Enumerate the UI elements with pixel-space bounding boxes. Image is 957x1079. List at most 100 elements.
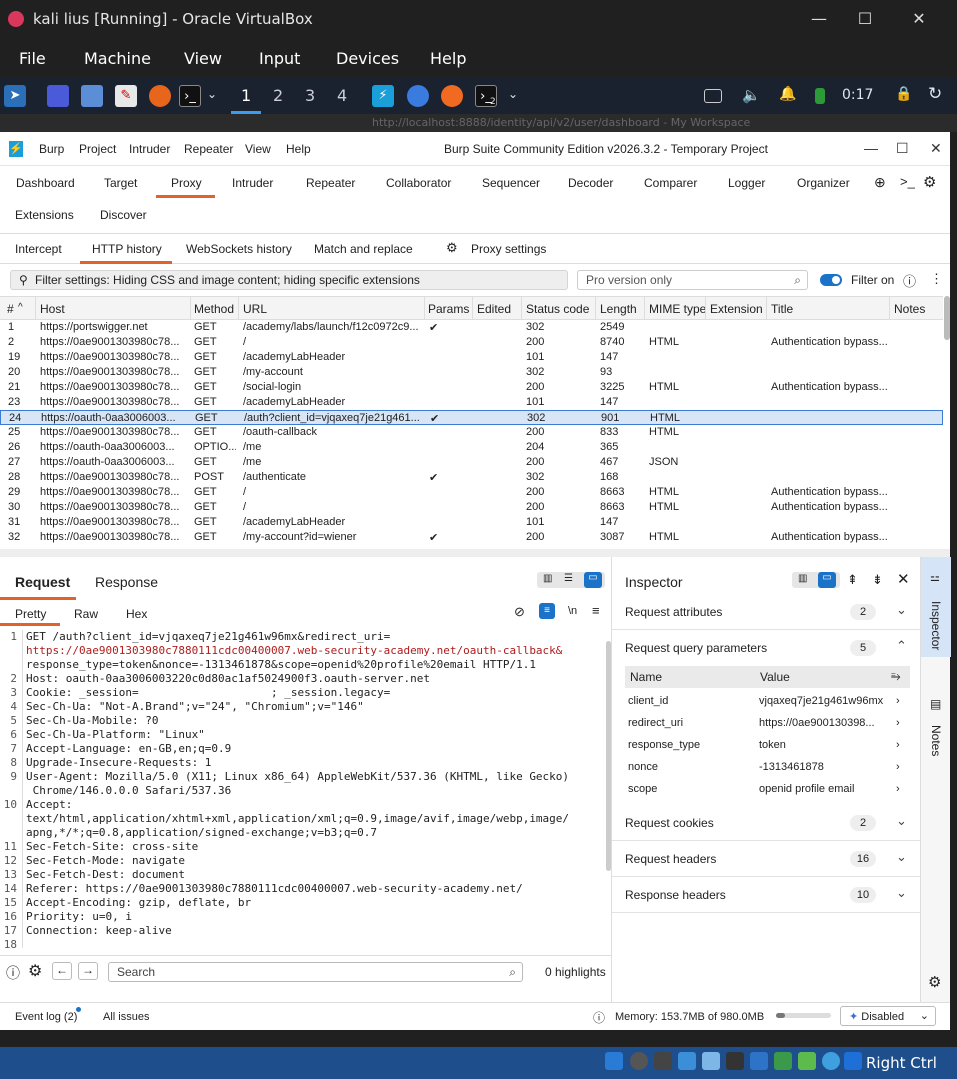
table-row[interactable]: 29 https://0ae9001303980c78... GET / 200 8663…	[0, 485, 943, 500]
view-raw[interactable]: Raw	[74, 607, 98, 621]
table-row[interactable]: 28 https://0ae9001303980c78... POST/authen…	[0, 470, 943, 485]
subtab-proxy-settings[interactable]: Proxy settings	[471, 242, 546, 256]
chevron-down-icon[interactable]: ⌄	[896, 849, 907, 865]
sort-ascending-icon[interactable]: ^	[18, 302, 23, 313]
minimize-icon[interactable]: —	[864, 140, 878, 156]
table-row[interactable]: 19 https://0ae9001303980c78... GET/academy…	[0, 350, 943, 365]
tab-collaborator[interactable]: Collaborator	[386, 176, 451, 190]
tab-extensions[interactable]: Extensions	[15, 208, 74, 222]
view-hex[interactable]: Hex	[126, 607, 147, 621]
table-scrollbar[interactable]	[944, 296, 950, 340]
workspace-2[interactable]: 2	[273, 86, 283, 105]
next-icon[interactable]: →	[78, 962, 98, 980]
col-method[interactable]: Method	[194, 302, 234, 316]
maximize-icon[interactable]: ☐	[842, 4, 888, 34]
globe-icon[interactable]	[822, 1052, 840, 1070]
table-row[interactable]: 1 https://portswigger.net GET/academy/labs…	[0, 320, 943, 335]
chevron-up-icon[interactable]: ⌃	[896, 638, 907, 654]
inspector-layout-toggle[interactable]: ▥ ▭	[792, 572, 840, 588]
param-row[interactable]: response_type token ›	[625, 735, 910, 757]
firefox-icon[interactable]	[149, 85, 171, 107]
param-row[interactable]: client_id vjqaxeq7je21g461w96mx ›	[625, 691, 910, 713]
menu-devices[interactable]: Devices	[336, 49, 399, 68]
search-pro-input[interactable]: Pro version only ⌕	[577, 270, 808, 290]
table-row[interactable]: 32 https://0ae9001303980c78... GET/my-acco…	[0, 530, 943, 545]
help-icon[interactable]: ⓘ	[903, 271, 916, 290]
table-row[interactable]: 30 https://0ae9001303980c78... GET / 200 8663…	[0, 500, 943, 515]
col-host[interactable]: Host	[40, 302, 65, 316]
layout-toggle[interactable]: ▥ ☰ ▭	[537, 572, 605, 588]
all-issues-link[interactable]: All issues	[103, 1011, 149, 1023]
param-row[interactable]: nonce -1313461878 ›	[625, 757, 910, 779]
tab-repeater[interactable]: Repeater	[306, 176, 355, 190]
menu-input[interactable]: Input	[259, 49, 300, 68]
burp-menu-help[interactable]: Help	[286, 142, 311, 156]
chevron-down-icon[interactable]: ⌄	[508, 87, 518, 101]
table-row[interactable]: 31 https://0ae9001303980c78... GET/academy…	[0, 515, 943, 530]
editor-scrollbar[interactable]	[606, 641, 611, 871]
chromium-icon[interactable]	[407, 85, 429, 107]
filter-toggle[interactable]	[820, 274, 842, 286]
chevron-down-icon[interactable]: ⌄	[896, 602, 907, 618]
menu-icon[interactable]: ≡	[592, 603, 600, 618]
lock-icon[interactable]: 🔒	[895, 86, 912, 102]
desktop-icon[interactable]	[47, 85, 69, 107]
request-editor[interactable]: 1 GET /auth?client_id=vjqaxeq7je21g461w96…	[0, 630, 604, 948]
side-tab-inspector[interactable]: Inspector	[929, 601, 943, 650]
table-row[interactable]: 2 https://0ae9001303980c78... GET / 200 8740 H…	[0, 335, 943, 350]
settings-gear-icon[interactable]: ⚙	[928, 973, 941, 991]
chevron-right-icon[interactable]: ›	[896, 695, 900, 707]
burp-menu-project[interactable]: Project	[79, 142, 116, 156]
burp-suite-icon[interactable]: ⚡	[372, 85, 394, 107]
subtab-websockets-history[interactable]: WebSockets history	[186, 242, 292, 256]
section-request-attributes[interactable]: Request attributes 2 ⌄	[612, 594, 920, 630]
help-icon[interactable]: ⓘ	[6, 963, 20, 983]
table-row[interactable]: 25 https://0ae9001303980c78... GET/oauth-c…	[0, 425, 943, 440]
chevron-right-icon[interactable]: ›	[896, 739, 900, 751]
col-length[interactable]: Length	[600, 302, 637, 316]
col-edited[interactable]: Edited	[477, 302, 511, 316]
usb-icon[interactable]	[702, 1052, 720, 1070]
notifications-icon[interactable]: 🔔	[779, 86, 796, 102]
split-horizontal-icon[interactable]: ☰	[564, 573, 573, 584]
col-extension[interactable]: Extension	[710, 302, 763, 316]
previous-icon[interactable]: ←	[52, 962, 72, 980]
tab-target[interactable]: Target	[104, 176, 137, 190]
section-response-headers[interactable]: Response headers 10 ⌄	[612, 877, 920, 913]
maximize-icon[interactable]: ☐	[896, 140, 909, 157]
param-row[interactable]: redirect_uri https://0ae900130398... ›	[625, 713, 910, 735]
globe-icon[interactable]: ⊕	[874, 174, 886, 191]
split-vertical-icon[interactable]: ▥	[543, 573, 552, 584]
workspace-1[interactable]: 1	[241, 86, 251, 105]
virtualization-icon[interactable]	[798, 1052, 816, 1070]
minimize-icon[interactable]: —	[796, 4, 842, 34]
mode-dropdown[interactable]: ✦ Disabled ⌄	[840, 1006, 936, 1026]
single-pane-icon[interactable]: ▭	[584, 572, 602, 588]
subtab-intercept[interactable]: Intercept	[15, 242, 62, 256]
inspector-icon[interactable]: ⚍	[930, 571, 940, 584]
settings-gear-icon[interactable]: ⚙	[446, 240, 458, 256]
chevron-down-icon[interactable]: ⌄	[207, 87, 217, 101]
close-icon[interactable]: ✕	[896, 4, 942, 34]
table-row[interactable]: 27 https://oauth-0aa3006003... GET/me 200 46…	[0, 455, 943, 470]
burp-menu-burp[interactable]: Burp	[39, 142, 64, 156]
table-row[interactable]: 21 https://0ae9001303980c78... GET/social-…	[0, 380, 943, 395]
tab-sequencer[interactable]: Sequencer	[482, 176, 540, 190]
close-icon[interactable]: ✕	[930, 140, 942, 157]
col-notes[interactable]: Notes	[894, 302, 925, 316]
expand-all-icon[interactable]: ⇞	[847, 572, 858, 588]
close-icon[interactable]: ✕	[897, 570, 910, 588]
optical-drive-icon[interactable]	[630, 1052, 648, 1070]
tab-decoder[interactable]: Decoder	[568, 176, 613, 190]
terminal-icon[interactable]: ›_	[179, 85, 201, 107]
audio-icon[interactable]	[654, 1052, 672, 1070]
menu-view[interactable]: View	[184, 49, 222, 68]
param-col-value[interactable]: Value	[760, 670, 790, 684]
tab-organizer[interactable]: Organizer	[797, 176, 850, 190]
subtab-match-and-replace[interactable]: Match and replace	[314, 242, 413, 256]
more-options-icon[interactable]: ⋮	[930, 271, 943, 287]
param-row[interactable]: scope openid profile email ›	[625, 779, 910, 801]
mouse-integration-icon[interactable]	[844, 1052, 862, 1070]
pane-divider[interactable]	[0, 549, 950, 557]
menu-machine[interactable]: Machine	[84, 49, 151, 68]
